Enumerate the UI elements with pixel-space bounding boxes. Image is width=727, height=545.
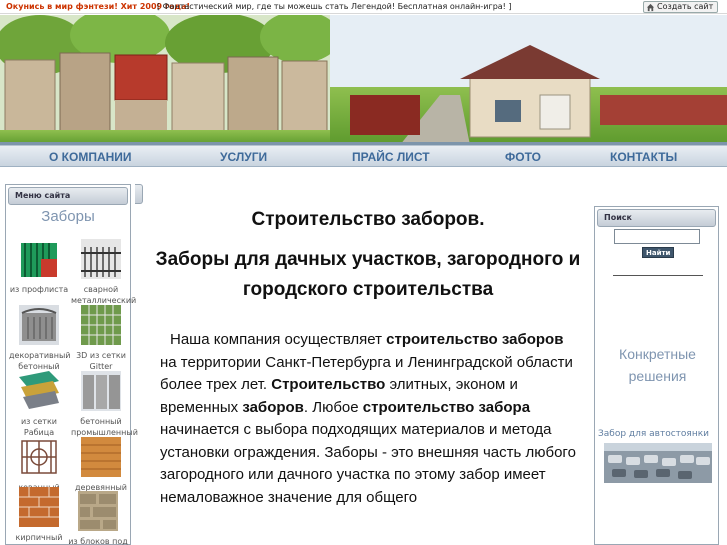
category-industrial-concrete[interactable]: бетонный промышленный — [71, 371, 138, 438]
search-header: Поиск — [597, 209, 716, 227]
left-sidebar: Меню сайта Заборы из профлиста сварной м… — [5, 184, 138, 545]
paragraph-keyword: Строительство — [271, 376, 386, 393]
create-site-button[interactable]: Создать сайт — [643, 1, 719, 13]
home-icon — [646, 3, 655, 11]
page-subtitle: Заборы для дачных участков, загородного … — [155, 249, 581, 300]
category-label: 3D из сетки Gitter — [76, 351, 126, 371]
main-content: Строительство заборов. Заборы для дачных… — [150, 195, 586, 509]
nav-item-photo[interactable]: ФОТО — [505, 146, 541, 168]
search-button[interactable]: Найти — [642, 247, 675, 258]
paragraph-keyword: строительство забора — [362, 398, 531, 416]
category-label: из профлиста — [9, 285, 69, 294]
create-site-label: Создать сайт — [657, 2, 714, 11]
category-label: кирпичный — [15, 533, 63, 542]
category-label: декоративный бетонный — [9, 351, 71, 371]
category-chain-link[interactable]: из сетки Рабица — [9, 371, 69, 438]
3d-mesh-fence-icon — [81, 305, 121, 345]
category-3d-mesh[interactable]: 3D из сетки Gitter — [71, 305, 131, 372]
nav-item-price-list[interactable]: ПРАЙС ЛИСТ — [352, 146, 430, 168]
search-input[interactable] — [614, 229, 700, 244]
right-sidebar: Поиск Найти Конкретные решения Забор для… — [594, 206, 719, 545]
banner-image — [0, 15, 727, 145]
header-banner — [0, 15, 727, 145]
category-label: из блоков под рубленный камень — [68, 537, 128, 545]
nav-item-contacts[interactable]: КОНТАКТЫ — [610, 146, 677, 168]
parking-lot-image[interactable] — [604, 443, 712, 483]
welded-metal-fence-icon — [81, 239, 121, 279]
ad-link-secondary[interactable]: [ Фантастический мир, где ты можешь стат… — [157, 0, 512, 14]
stone-block-fence-icon — [78, 491, 118, 531]
category-label: сварной металлический — [71, 285, 137, 305]
paragraph-keyword: строительство заборов — [386, 331, 564, 348]
paragraph-text: . Любое — [303, 398, 363, 416]
paragraph-text: начинается с выбора подходящих материало… — [160, 421, 576, 506]
sidebar-title: Заборы — [41, 208, 95, 225]
category-wrought-iron[interactable]: кованный — [9, 437, 69, 493]
category-brick[interactable]: кирпичный — [9, 487, 69, 543]
wrought-iron-fence-icon — [19, 437, 59, 477]
paragraph-text: Наша компания осуществляет — [170, 331, 387, 348]
nav-item-services[interactable]: УСЛУГИ — [220, 146, 267, 168]
category-welded-metal[interactable]: сварной металлический — [71, 239, 137, 306]
category-wooden[interactable]: деревянный — [71, 437, 131, 493]
intro-paragraph: Наша компания осуществляет строительство… — [150, 329, 586, 509]
top-ad-bar: Окунись в мир фэнтези! Хит 2009 года! [ … — [0, 0, 727, 14]
solutions-title: Конкретные решения — [619, 346, 696, 384]
category-label: из сетки Рабица — [20, 417, 57, 437]
brick-fence-icon — [19, 487, 59, 527]
sidebar-header: Меню сайта — [8, 187, 128, 205]
parking-fence-link[interactable]: Забор для автостоянки — [598, 429, 709, 439]
category-decorative-concrete[interactable]: декоративный бетонный — [9, 305, 71, 372]
sidebar-toggle[interactable] — [135, 184, 143, 204]
category-label: бетонный промышленный — [71, 417, 138, 437]
chain-link-fence-icon — [19, 371, 59, 411]
industrial-concrete-fence-icon — [81, 371, 121, 411]
divider — [613, 275, 703, 276]
category-stone-block[interactable]: из блоков под рубленный камень — [64, 491, 132, 545]
paragraph-keyword: заборов — [242, 398, 304, 416]
profiled-sheet-fence-icon — [21, 243, 57, 277]
category-profiled-sheet[interactable]: из профлиста — [9, 239, 69, 295]
main-nav: О КОМПАНИИ УСЛУГИ ПРАЙС ЛИСТ ФОТО КОНТАК… — [0, 145, 727, 167]
nav-item-about[interactable]: О КОМПАНИИ — [49, 146, 132, 168]
decorative-concrete-fence-icon — [19, 305, 59, 345]
wooden-fence-icon — [81, 437, 121, 477]
page-title: Строительство заборов. — [251, 209, 485, 230]
